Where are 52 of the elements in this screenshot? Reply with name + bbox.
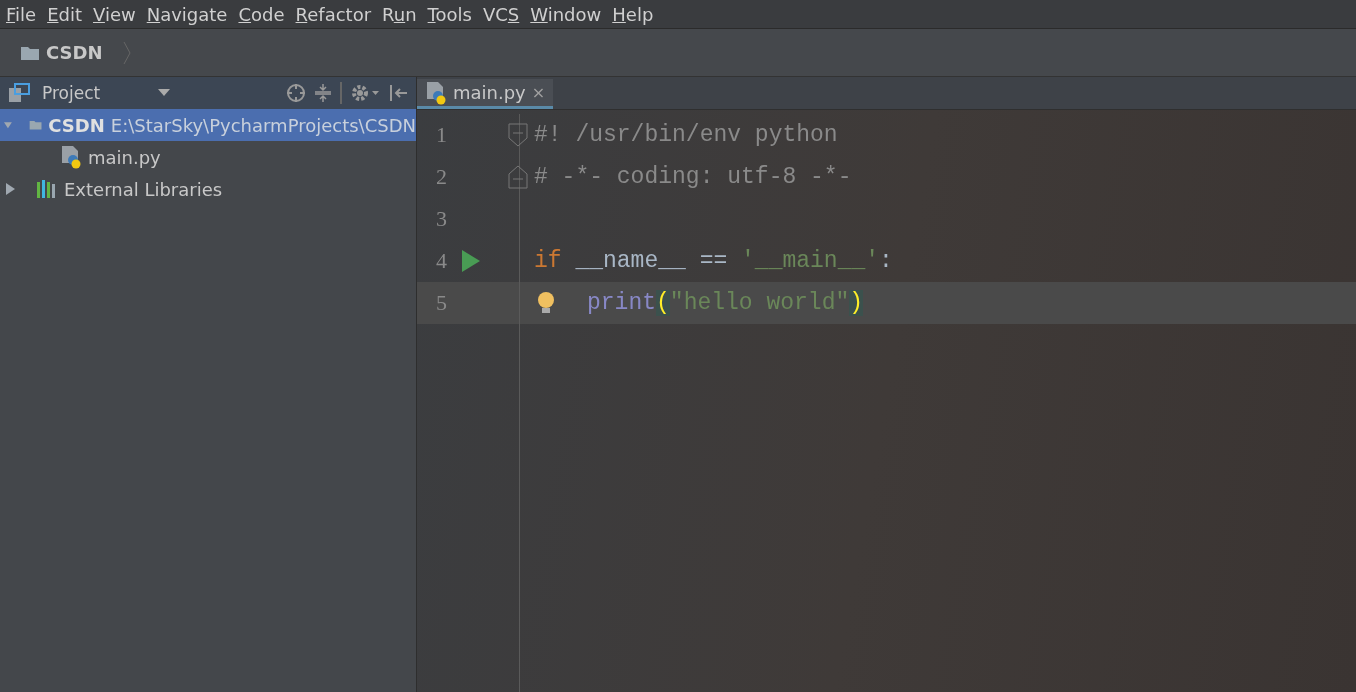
dropdown-arrow-icon (158, 89, 170, 97)
chevron-icon (122, 40, 131, 65)
tree-item[interactable]: CSDN E:\StarSky\PycharmProjects\CSDN (0, 109, 416, 141)
editor-tab[interactable]: main.py × (417, 79, 554, 109)
collapse-all-icon[interactable] (314, 83, 332, 103)
tree-item-label: main.py (88, 146, 161, 168)
code-string: '__main__' (741, 248, 880, 274)
panel-icon (8, 83, 30, 103)
expanded-arrow-icon[interactable] (4, 119, 12, 131)
tree-item-label: CSDN (48, 114, 105, 136)
line-number: 5 (435, 290, 447, 316)
menu-item[interactable]: Help (610, 3, 663, 25)
code-text: : (879, 248, 893, 274)
menu-item[interactable]: Edit (45, 3, 91, 25)
menu-item[interactable]: Run (380, 3, 426, 25)
folder-icon (20, 44, 40, 61)
fold-end-icon[interactable] (508, 165, 528, 189)
tree-item[interactable]: main.py (0, 141, 416, 173)
code-comment: # -*- coding: utf-8 -*- (534, 164, 852, 190)
library-bars-icon (36, 179, 58, 199)
code-builtin: print (587, 290, 656, 316)
menu-item[interactable]: File (4, 3, 46, 25)
line-number: 1 (435, 122, 447, 148)
menu-item[interactable]: View (91, 3, 145, 25)
menu-item[interactable]: VCS (480, 3, 529, 25)
python-file-icon (425, 80, 447, 105)
line-number: 2 (435, 164, 447, 190)
code-comment: #! /usr/bin/env python (534, 122, 838, 148)
hide-panel-icon[interactable] (388, 83, 408, 103)
tree-item[interactable]: External Libraries (0, 173, 416, 205)
locate-icon[interactable] (286, 83, 306, 103)
matched-brace: ( (656, 290, 670, 316)
menu-item[interactable]: Navigate (144, 3, 237, 25)
breadcrumb[interactable]: CSDN (14, 41, 117, 64)
fold-start-icon[interactable] (508, 123, 528, 147)
python-file-icon (60, 145, 82, 169)
tree-item-label: External Libraries (64, 178, 223, 200)
code-text: __name__ == (574, 248, 729, 274)
menu-item[interactable]: Tools (425, 3, 481, 25)
code-keyword: if (534, 248, 562, 274)
menu-item[interactable]: Refactor (293, 3, 381, 25)
code-string: "hello world" (669, 290, 850, 316)
menu-item[interactable]: Window (528, 3, 611, 25)
lightbulb-icon[interactable] (537, 291, 555, 315)
run-icon[interactable] (461, 249, 481, 273)
matched-brace: ) (849, 290, 864, 316)
line-number: 3 (435, 206, 447, 232)
menu-item[interactable]: Code (236, 3, 294, 25)
line-number: 4 (435, 248, 447, 274)
settings-icon[interactable] (350, 83, 380, 103)
collapsed-arrow-icon[interactable] (4, 183, 16, 195)
project-path: E:\StarSky\PycharmProjects\CSDN (110, 114, 416, 136)
